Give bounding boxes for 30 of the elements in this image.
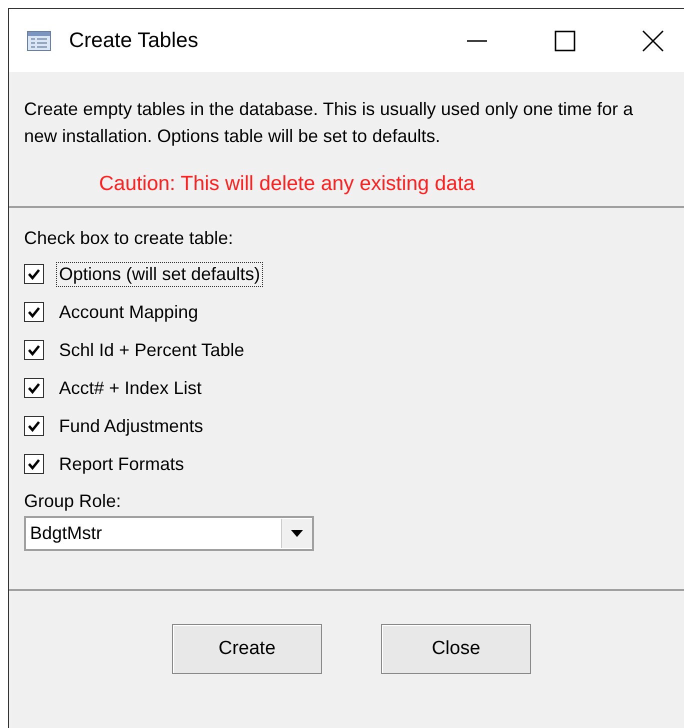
table-icon: [27, 30, 51, 50]
checkmark-icon: [27, 343, 41, 357]
checkbox[interactable]: [24, 378, 44, 398]
caution-text: Caution: This will delete any existing data: [99, 172, 475, 196]
checkbox-label[interactable]: Fund Adjustments: [56, 414, 206, 438]
checkmark-icon: [27, 267, 41, 281]
checkbox[interactable]: [24, 340, 44, 360]
checkmark-icon: [27, 457, 41, 471]
checkbox[interactable]: [24, 454, 44, 474]
dialog-button[interactable]: Create: [172, 624, 322, 674]
maximize-icon[interactable]: [554, 30, 576, 52]
checkmark-icon: [27, 305, 41, 319]
checkbox-label[interactable]: Options (will set defaults): [56, 262, 264, 286]
group-role-dropdown[interactable]: BdgtMstr: [24, 516, 314, 551]
checkbox-label[interactable]: Account Mapping: [56, 300, 202, 324]
checkbox-label[interactable]: Schl Id + Percent Table: [56, 338, 248, 362]
checkmark-icon: [27, 381, 41, 395]
description-text: Create empty tables in the database. This is usually used only one time for a new installation. Options table will be set to defaults.: [24, 98, 634, 148]
checkbox[interactable]: [24, 264, 44, 284]
close-icon[interactable]: [642, 30, 664, 52]
group-role-label: Group Role:: [24, 491, 122, 512]
checkbox-label[interactable]: Report Formats: [56, 452, 188, 476]
window-title: Create Tables: [69, 28, 200, 52]
dialog-button[interactable]: Close: [381, 624, 531, 674]
checkbox[interactable]: [24, 416, 44, 436]
checkbox[interactable]: [24, 302, 44, 322]
checkbox-label[interactable]: Acct# + Index List: [56, 376, 205, 400]
checkmark-icon: [27, 419, 41, 433]
dropdown-arrow-icon[interactable]: [291, 530, 303, 537]
checklist-label: Check box to create table:: [24, 228, 234, 249]
